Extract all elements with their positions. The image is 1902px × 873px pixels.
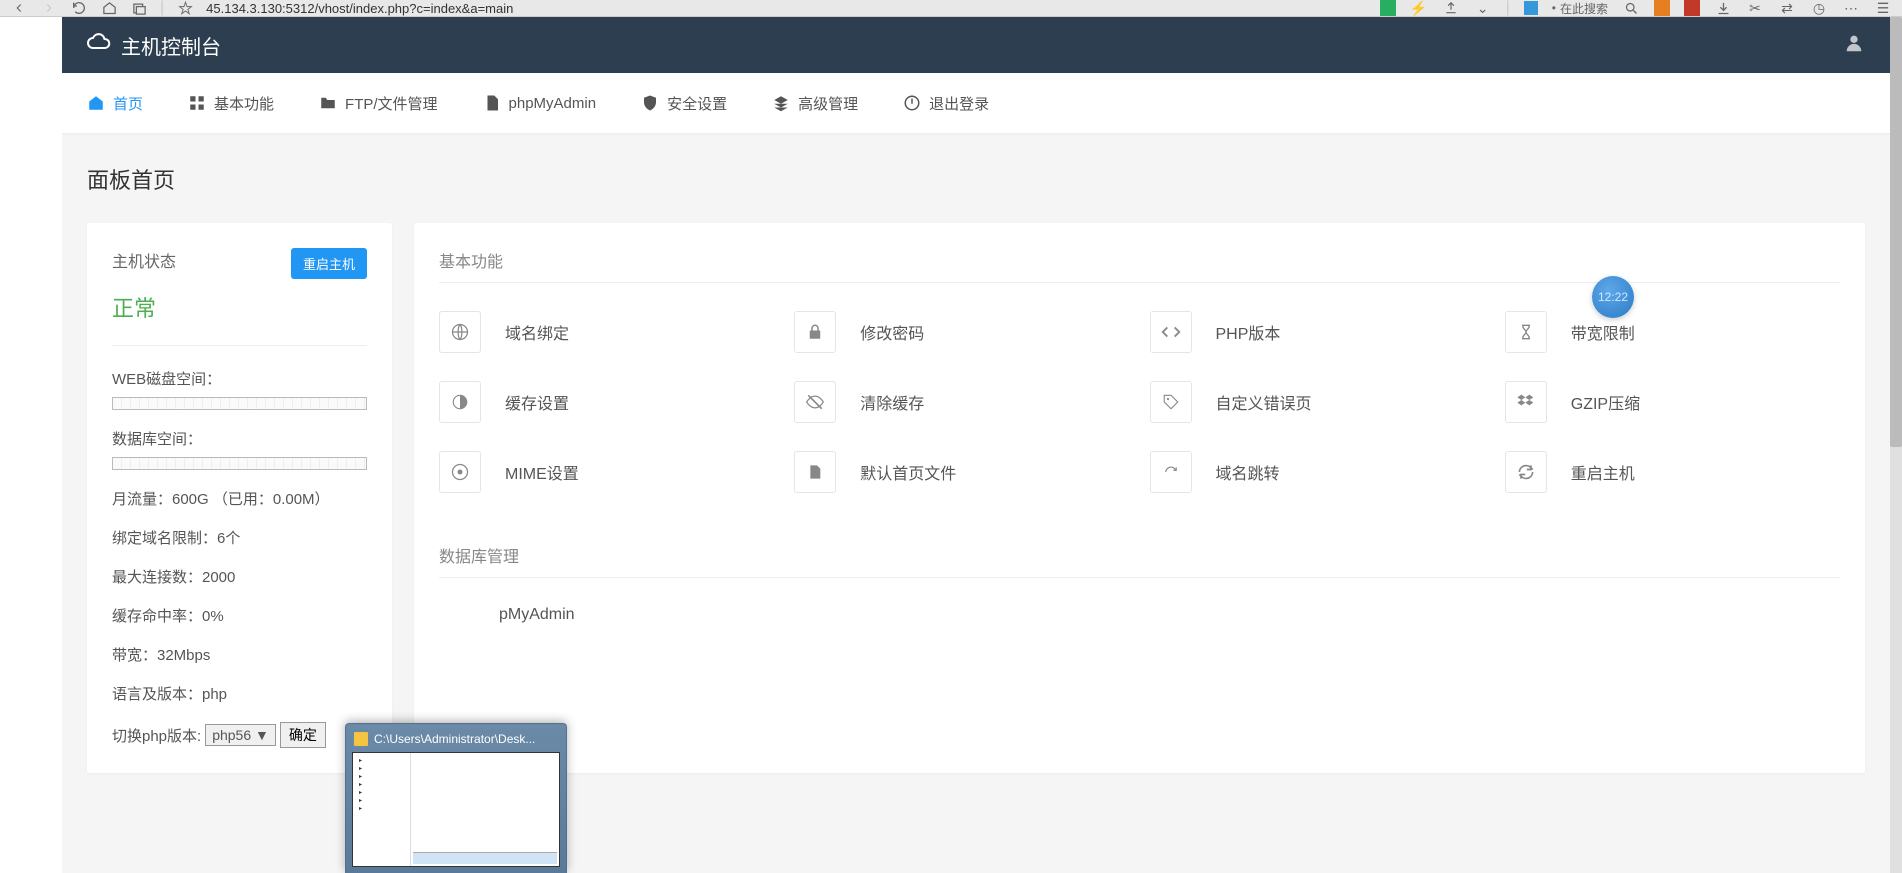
clock-widget[interactable]: 12:22 bbox=[1592, 276, 1634, 318]
grid-icon bbox=[188, 94, 206, 112]
lock-icon bbox=[794, 311, 836, 353]
menu-icon[interactable]: ⋯ bbox=[1842, 0, 1860, 17]
feature-domain-redirect[interactable]: 域名跳转 bbox=[1150, 451, 1485, 493]
tab-icon[interactable] bbox=[130, 0, 148, 17]
nav-phpmyadmin[interactable]: phpMyAdmin bbox=[483, 94, 597, 112]
orange-ext-icon[interactable] bbox=[1654, 0, 1670, 16]
cache-hit: 缓存命中率：0% bbox=[112, 605, 367, 626]
halfcircle-icon bbox=[439, 381, 481, 423]
dropbox-icon bbox=[1505, 381, 1547, 423]
disk-label: WEB磁盘空间： bbox=[112, 368, 367, 389]
feature-mime[interactable]: MIME设置 bbox=[439, 451, 774, 493]
feature-clear-cache[interactable]: 清除缓存 bbox=[794, 381, 1129, 423]
confirm-button[interactable]: 确定 bbox=[280, 722, 326, 748]
app-title: 主机控制台 bbox=[121, 31, 221, 60]
db-label: 数据库空间： bbox=[112, 428, 367, 449]
star-icon[interactable] bbox=[176, 0, 194, 17]
redo-icon bbox=[1150, 451, 1192, 493]
back-icon[interactable] bbox=[10, 0, 28, 17]
scissors-icon[interactable]: ✂ bbox=[1746, 0, 1764, 17]
tag-icon bbox=[1150, 381, 1192, 423]
red-ext-icon[interactable] bbox=[1684, 0, 1700, 16]
bandwidth: 带宽：32Mbps bbox=[112, 644, 367, 665]
power-icon bbox=[903, 94, 921, 112]
globe-icon bbox=[439, 311, 481, 353]
eyeoff-icon bbox=[794, 381, 836, 423]
status-value: 正常 bbox=[112, 291, 367, 323]
scrollbar[interactable] bbox=[1890, 17, 1902, 873]
download-icon[interactable] bbox=[1714, 0, 1732, 17]
feature-php-version[interactable]: PHP版本 bbox=[1150, 311, 1485, 353]
db-progress bbox=[112, 457, 367, 470]
page-title: 面板首页 bbox=[87, 163, 1865, 195]
file-icon bbox=[483, 94, 501, 112]
feature-phpmyadmin[interactable]: pMyAdmin bbox=[499, 606, 1840, 624]
code-icon bbox=[1150, 311, 1192, 353]
feature-default-index[interactable]: 默认首页文件 bbox=[794, 451, 1129, 493]
nav-basic[interactable]: 基本功能 bbox=[188, 93, 274, 114]
basic-features-title: 基本功能 bbox=[439, 248, 1840, 272]
preview-thumbnail: ▸ ▸ ▸ ▸ ▸ ▸ ▸ bbox=[352, 752, 560, 867]
file-icon bbox=[794, 451, 836, 493]
lang-version: 语言及版本：php bbox=[112, 683, 367, 704]
sync-icon bbox=[1505, 451, 1547, 493]
features-card: 基本功能 域名绑定 修改密码 PHP版本 bbox=[414, 223, 1865, 773]
app-header: 主机控制台 bbox=[62, 17, 1890, 73]
chevron-down-icon[interactable]: ⌄ bbox=[1474, 0, 1492, 17]
nav-ftp[interactable]: FTP/文件管理 bbox=[319, 93, 438, 114]
hamburger-icon[interactable]: ☰ bbox=[1874, 0, 1892, 17]
nav-security[interactable]: 安全设置 bbox=[641, 93, 727, 114]
taskbar-preview[interactable]: C:\Users\Administrator\Desk... ▸ ▸ ▸ ▸ ▸… bbox=[345, 723, 567, 873]
lightning-icon[interactable]: ⚡ bbox=[1410, 0, 1428, 17]
shield-icon bbox=[641, 94, 659, 112]
nav-advanced[interactable]: 高级管理 bbox=[772, 93, 858, 114]
home-icon bbox=[87, 94, 105, 112]
swap-icon[interactable]: ⇄ bbox=[1778, 0, 1796, 17]
clock-icon[interactable]: ◷ bbox=[1810, 0, 1828, 17]
hourglass-icon bbox=[1505, 311, 1547, 353]
home-icon[interactable] bbox=[100, 0, 118, 17]
nav-home[interactable]: 首页 bbox=[87, 93, 143, 114]
feature-cache-settings[interactable]: 缓存设置 bbox=[439, 381, 774, 423]
extension-green-icon[interactable] bbox=[1380, 0, 1396, 16]
status-label: 主机状态 bbox=[112, 248, 176, 272]
nav-logout[interactable]: 退出登录 bbox=[903, 93, 989, 114]
disk-progress bbox=[112, 397, 367, 410]
host-status-card: 主机状态 重启主机 正常 WEB磁盘空间： 数据库空间： 月流量：600G （已… bbox=[87, 223, 392, 773]
feature-bandwidth-limit[interactable]: 带宽限制 bbox=[1505, 311, 1840, 353]
php-version-select[interactable]: php56 ▼ bbox=[205, 724, 276, 746]
refresh-icon[interactable] bbox=[70, 0, 88, 17]
layers-icon bbox=[772, 94, 790, 112]
browser-right-tools: ⚡ ⌄ | •在此搜索 ✂ ⇄ ◷ ⋯ ☰ bbox=[1380, 0, 1892, 17]
max-conn: 最大连接数：2000 bbox=[112, 566, 367, 587]
nav-bar: 首页 基本功能 FTP/文件管理 phpMyAdmin 安全设置 高级管理 退出… bbox=[62, 73, 1890, 133]
switch-php-label: 切换php版本: bbox=[112, 725, 201, 746]
feature-gzip[interactable]: GZIP压缩 bbox=[1505, 381, 1840, 423]
feature-restart-host[interactable]: 重启主机 bbox=[1505, 451, 1840, 493]
folder-icon bbox=[319, 94, 337, 112]
preview-title-text: C:\Users\Administrator\Desk... bbox=[374, 732, 535, 746]
feature-domain-bind[interactable]: 域名绑定 bbox=[439, 311, 774, 353]
forward-icon[interactable] bbox=[40, 0, 58, 17]
feature-custom-error[interactable]: 自定义错误页 bbox=[1150, 381, 1485, 423]
user-icon[interactable] bbox=[1843, 32, 1865, 59]
mini-search[interactable]: •在此搜索 bbox=[1552, 0, 1608, 17]
app-logo: 主机控制台 bbox=[87, 30, 221, 60]
folder-icon bbox=[354, 732, 368, 746]
search-icon[interactable] bbox=[1622, 0, 1640, 17]
upload-icon[interactable] bbox=[1442, 0, 1460, 17]
restart-host-button[interactable]: 重启主机 bbox=[291, 248, 367, 279]
db-section-title: 数据库管理 bbox=[439, 543, 1840, 567]
cloud-icon bbox=[87, 30, 111, 60]
feature-change-password[interactable]: 修改密码 bbox=[794, 311, 1129, 353]
album-icon bbox=[439, 451, 481, 493]
blue-ext-icon[interactable] bbox=[1524, 1, 1538, 15]
address-bar[interactable]: 45.134.3.130:5312/vhost/index.php?c=inde… bbox=[206, 1, 1367, 16]
domain-limit: 绑定域名限制：6个 bbox=[112, 527, 367, 548]
browser-toolbar: | 45.134.3.130:5312/vhost/index.php?c=in… bbox=[0, 0, 1902, 17]
monthly-traffic: 月流量：600G （已用：0.00M） bbox=[112, 488, 367, 509]
